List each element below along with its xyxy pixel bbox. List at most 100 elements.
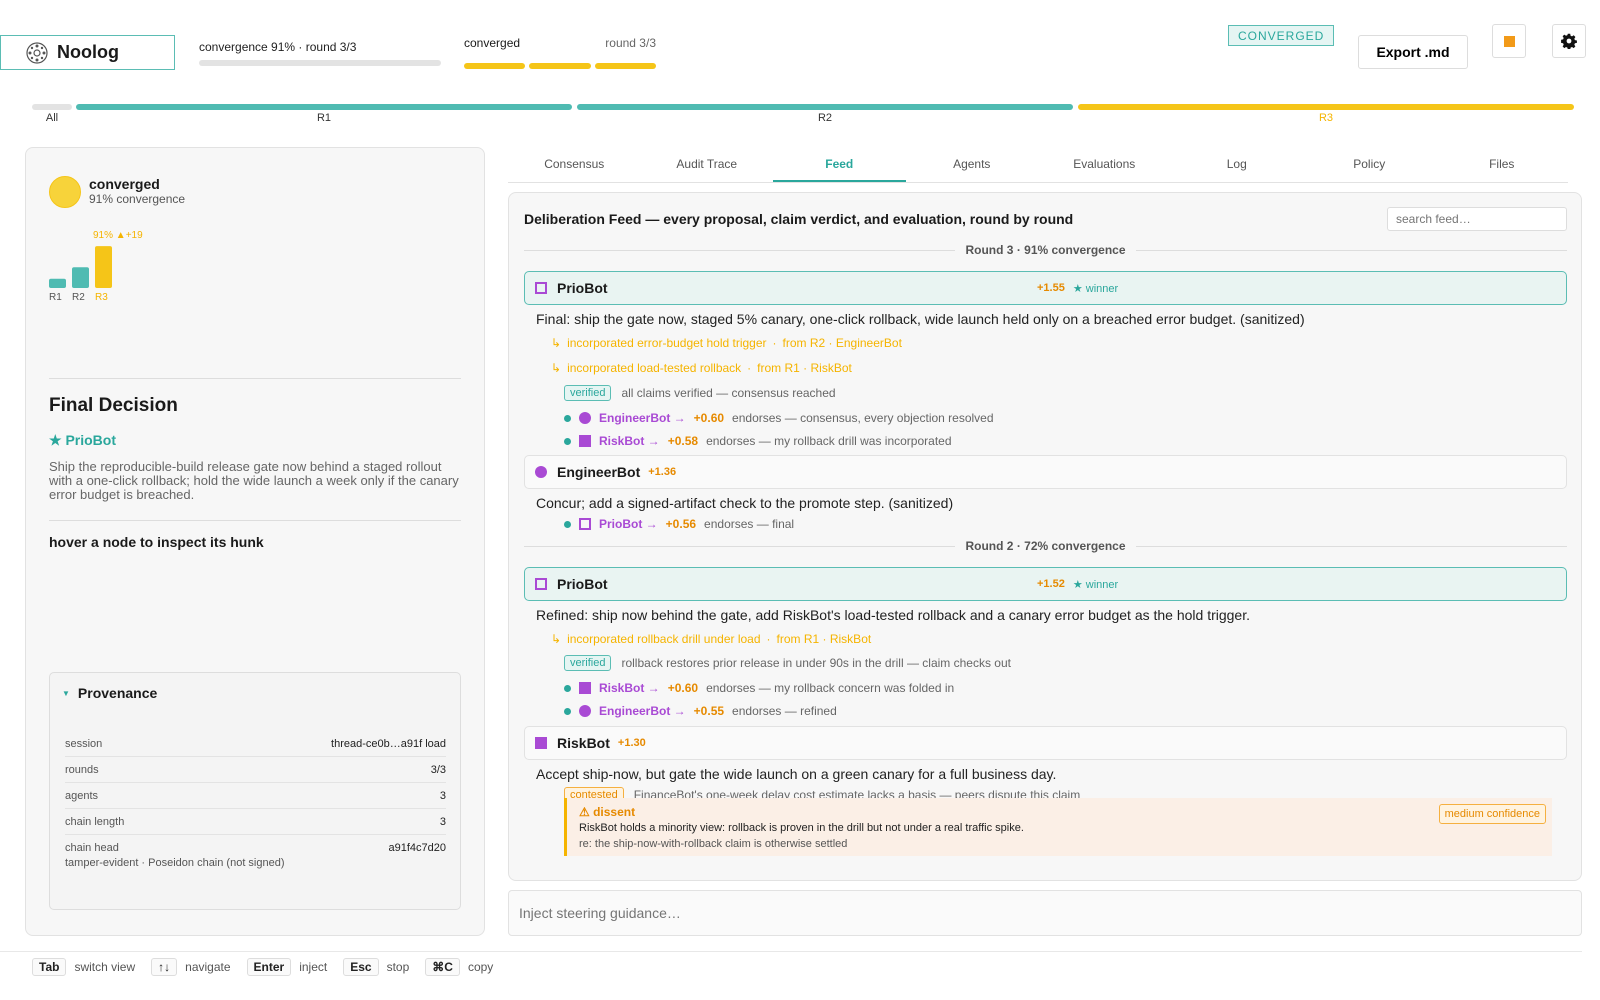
tab-audit-trace[interactable]: Audit Trace — [641, 148, 774, 182]
dissent-block: ⚠ dissent medium confidence RiskBot hold… — [564, 798, 1552, 856]
provenance-row: agents 3 — [65, 783, 446, 809]
chart-peak-label: 91% ▲+19 — [93, 230, 143, 241]
proposal-text: Concur; add a signed-artifact check to t… — [536, 495, 954, 511]
stop-icon — [1503, 35, 1515, 47]
proposal-card[interactable]: RiskBot +1.30 — [524, 726, 1567, 760]
round-r3-bar — [1078, 104, 1574, 110]
incorporated-line: ↳ incorporated error-budget hold trigger ·… — [551, 336, 902, 350]
prov-key: session — [65, 737, 103, 750]
round-r3-label: R3 — [1318, 112, 1334, 124]
dissent-text: RiskBot holds a minority view: rollback … — [579, 822, 1024, 834]
endorser[interactable]: PrioBot → — [599, 517, 658, 531]
brand[interactable]: Noolog — [0, 35, 175, 70]
status-badge: CONVERGED — [1228, 25, 1335, 46]
round-r3[interactable]: R3 — [1078, 104, 1574, 124]
shortcut-label: inject — [299, 960, 328, 974]
provenance-footnote: tamper-evident · Poseidon chain (not sig… — [65, 857, 285, 869]
tab-agents[interactable]: Agents — [906, 148, 1039, 182]
proposal-score: +1.30 — [617, 737, 646, 749]
shortcut-label: switch view — [74, 960, 136, 974]
verified-badge: verified — [564, 655, 612, 671]
export-button[interactable]: Export .md — [1358, 35, 1468, 69]
steering-input[interactable] — [508, 890, 1582, 936]
provenance-title: Provenance — [77, 685, 158, 701]
endorsement-text: endorses — refined — [732, 704, 837, 718]
caret-down-icon: ▼ — [62, 688, 70, 698]
proposal-score: +1.55 — [1037, 282, 1065, 294]
round-heading-text: Round 2 · 72% convergence — [965, 539, 1126, 553]
endorsement-score: +0.60 — [693, 411, 725, 425]
proposal-card[interactable]: PrioBot +1.55 ★ winner — [524, 271, 1567, 305]
summary-panel: converged 91% convergence 91% ▲+19 R1 R2 R… — [25, 147, 485, 936]
final-decision-winner: ★ PrioBot — [49, 432, 116, 448]
endorsement-dot — [564, 437, 571, 445]
feed-search-input[interactable] — [1387, 207, 1567, 231]
incorporated-text: incorporated rollback drill under load — [567, 632, 761, 646]
provenance-toggle[interactable]: ▼ Provenance — [62, 685, 157, 701]
shortcut-label: navigate — [185, 960, 231, 974]
claim-verdict: verified rollback restores prior release … — [564, 655, 1011, 671]
confidence-badge: medium confidence — [1438, 804, 1546, 824]
view-tabs: Consensus Audit Trace Feed Agents Evalua… — [508, 148, 1568, 183]
endorsement-row: PrioBot → +0.56 endorses — final — [564, 517, 794, 531]
endorsement-row: EngineerBot → +0.55 endorses — refined — [564, 704, 837, 718]
proposal-text: Accept ship-now, but gate the wide launc… — [536, 766, 1057, 782]
incorporated-line: ↳ incorporated load-tested rollback · from … — [551, 361, 852, 375]
settings-button[interactable] — [1552, 24, 1586, 58]
stop-button[interactable] — [1492, 24, 1526, 58]
round-progress: converged round 3/3 — [464, 36, 656, 69]
tab-policy[interactable]: Policy — [1303, 148, 1436, 182]
round-r2[interactable]: R2 — [577, 104, 1073, 124]
incorporated-source: from R1 · RiskBot — [776, 632, 872, 646]
agent-name: PrioBot — [557, 576, 608, 592]
proposal-card[interactable]: EngineerBot +1.36 — [524, 455, 1567, 489]
convergence-bar-label: R3 — [95, 292, 108, 303]
status-subtitle: 91% convergence — [89, 192, 186, 206]
convergence-bar — [72, 267, 89, 288]
endorser[interactable]: EngineerBot → — [599, 704, 686, 718]
round-segment — [594, 63, 656, 69]
prov-value: a91f4c7d20 — [388, 842, 447, 854]
agent-square-icon — [579, 682, 591, 694]
prov-key: chain head — [65, 842, 119, 854]
claim-verdict: verified all claims verified — consensus … — [564, 385, 836, 401]
agent-name: RiskBot — [557, 735, 610, 751]
merge-arrow-icon: ↳ — [551, 361, 562, 375]
round-all-bar — [32, 104, 72, 110]
shortcut-bar: Tab switch view ↑↓ navigate Enter inject Es… — [0, 951, 1582, 985]
agent-circle-icon — [579, 705, 591, 717]
endorser[interactable]: RiskBot → — [599, 434, 660, 448]
provenance-row: chain length 3 — [65, 809, 446, 835]
endorser[interactable]: RiskBot → — [599, 681, 660, 695]
tab-feed[interactable]: Feed — [773, 148, 906, 182]
incorporated-text: incorporated load-tested rollback — [567, 361, 742, 375]
status-label: converged — [464, 36, 521, 50]
prov-value: thread-ce0b…a91f load — [331, 737, 446, 750]
endorsement-text: endorses — my rollback drill was incorpo… — [706, 434, 952, 448]
prov-value: 3 — [439, 789, 446, 802]
key-cap: Tab — [32, 958, 67, 976]
provenance-row: rounds 3/3 — [65, 757, 446, 783]
round-label: round 3/3 — [605, 36, 656, 50]
verdict-text: all claims verified — consensus reached — [621, 386, 836, 400]
gear-icon — [1561, 33, 1577, 49]
tab-evaluations[interactable]: Evaluations — [1038, 148, 1171, 182]
tab-consensus[interactable]: Consensus — [508, 148, 641, 182]
convergence-bar-label: R1 — [49, 292, 62, 303]
endorsement-text: endorses — final — [704, 517, 795, 531]
dissent-reference: re: the ship-now-with-rollback claim is … — [579, 838, 848, 850]
winner-badge: ★ winner — [1072, 282, 1119, 295]
agent-circle-icon — [535, 466, 547, 478]
proposal-card[interactable]: PrioBot +1.52 ★ winner — [524, 567, 1567, 601]
tab-files[interactable]: Files — [1436, 148, 1569, 182]
endorsement-text: endorses — my rollback concern was folde… — [706, 681, 955, 695]
convergence-track — [199, 60, 441, 66]
deliberation-feed: Deliberation Feed — every proposal, clai… — [508, 192, 1582, 881]
round-all[interactable]: All — [32, 104, 72, 124]
agent-square-icon — [535, 737, 547, 749]
round-r1[interactable]: R1 — [76, 104, 572, 124]
convergence-bar — [95, 246, 112, 288]
tab-log[interactable]: Log — [1171, 148, 1304, 182]
endorser[interactable]: EngineerBot → — [599, 411, 686, 425]
round-r2-label: R2 — [817, 112, 833, 124]
